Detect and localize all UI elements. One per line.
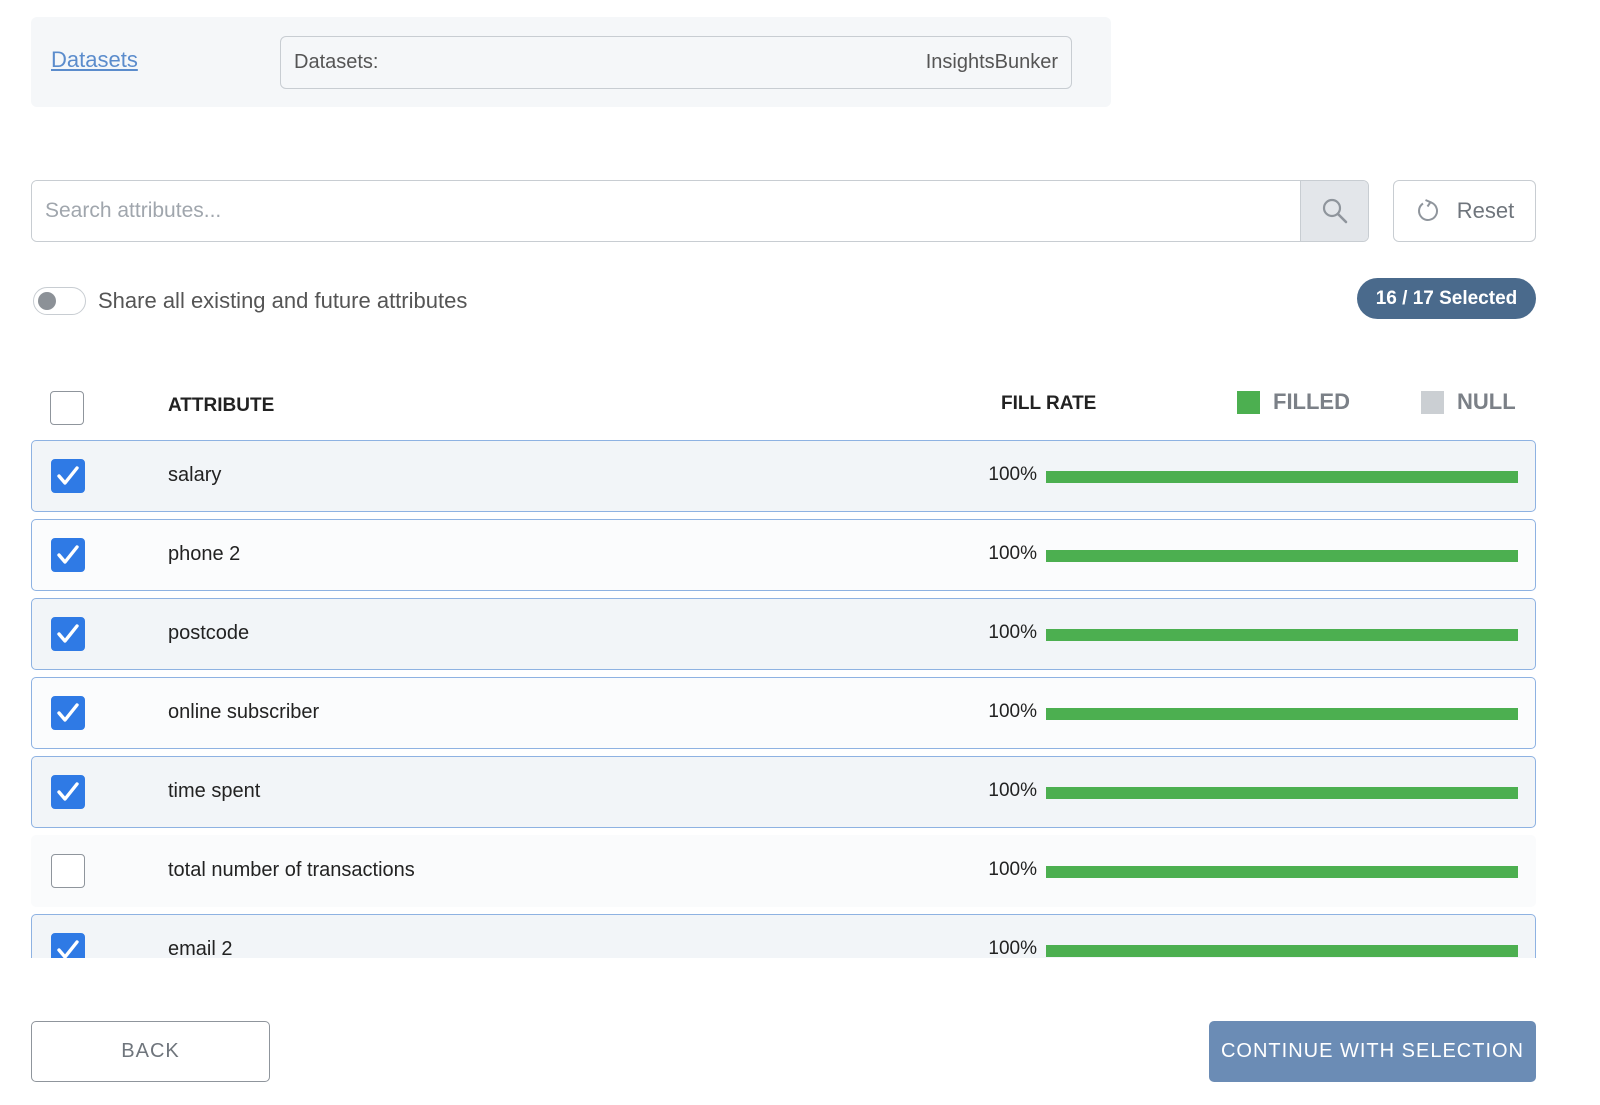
- attribute-label: postcode: [168, 622, 250, 644]
- breadcrumb-datasets-link[interactable]: Datasets: [51, 47, 138, 73]
- attribute-list: salary 100% phone 2 100% postcode 100% online …: [31, 440, 1536, 958]
- fill-rate-bar-filled: [1046, 629, 1518, 641]
- selection-count-badge: 16 / 17 Selected: [1357, 278, 1536, 319]
- attribute-label: email 2: [168, 938, 233, 958]
- checkmark-icon: [57, 940, 79, 958]
- checkmark-icon: [57, 624, 79, 643]
- continue-with-selection-button[interactable]: CONTINUE WITH SELECTION: [1209, 1021, 1536, 1082]
- table-header: ATTRIBUTE FILL RATE FILLED NULL: [31, 383, 1536, 433]
- attribute-label: phone 2: [168, 543, 241, 565]
- back-button[interactable]: BACK: [31, 1021, 270, 1082]
- attribute-row[interactable]: time spent 100%: [31, 756, 1536, 828]
- search-icon: [1322, 198, 1347, 224]
- fill-rate-value: 100%: [988, 543, 1037, 564]
- attribute-checkbox[interactable]: [51, 933, 85, 958]
- breadcrumb: Datasets Datasets: InsightsBunker: [31, 17, 1111, 107]
- attribute-label: time spent: [168, 780, 261, 802]
- fill-rate-bar-filled: [1046, 945, 1518, 957]
- checkmark-icon: [57, 545, 79, 564]
- search-bar: [31, 180, 1369, 242]
- legend-filled: FILLED: [1237, 389, 1350, 415]
- refresh-icon: [1417, 199, 1438, 221]
- fill-rate-bar-filled: [1046, 787, 1518, 799]
- fill-rate-value: 100%: [988, 859, 1037, 880]
- checkmark-icon: [57, 782, 79, 801]
- fill-rate-bar: [1046, 945, 1518, 957]
- fill-rate-bar: [1046, 471, 1518, 483]
- search-button[interactable]: [1300, 181, 1368, 241]
- attribute-checkbox[interactable]: [51, 538, 85, 572]
- reset-label: Reset: [1456, 198, 1515, 223]
- legend-filled-label: FILLED: [1273, 389, 1350, 414]
- fill-rate-value: 100%: [988, 464, 1037, 485]
- attribute-checkbox[interactable]: [51, 459, 85, 493]
- attribute-row[interactable]: salary 100%: [31, 440, 1536, 512]
- attribute-label: salary: [168, 464, 222, 486]
- attribute-checkbox[interactable]: [51, 854, 85, 888]
- fill-rate-bar: [1046, 787, 1518, 799]
- attribute-checkbox[interactable]: [51, 696, 85, 730]
- legend-filled-swatch: [1237, 390, 1260, 414]
- share-all-toggle[interactable]: [33, 287, 86, 315]
- legend-null-swatch: [1421, 390, 1444, 414]
- share-toggle-row: Share all existing and future attributes: [33, 287, 467, 315]
- fill-rate-value: 100%: [988, 780, 1037, 801]
- column-header-attribute: ATTRIBUTE: [168, 395, 275, 416]
- dataset-field: Datasets: InsightsBunker: [280, 36, 1072, 89]
- fill-rate-value: 100%: [988, 938, 1037, 958]
- fill-rate-bar-filled: [1046, 708, 1518, 720]
- fill-rate-bar-filled: [1046, 550, 1518, 562]
- share-toggle-label: Share all existing and future attributes: [98, 288, 468, 313]
- dataset-field-value: InsightsBunker: [925, 51, 1058, 73]
- attribute-checkbox[interactable]: [51, 617, 85, 651]
- checkmark-icon: [57, 466, 79, 485]
- checkmark-icon: [57, 703, 79, 722]
- fill-rate-bar: [1046, 708, 1518, 720]
- dataset-field-label: Datasets:: [294, 51, 379, 73]
- select-all-checkbox[interactable]: [50, 391, 84, 425]
- attribute-label: online subscriber: [168, 701, 320, 723]
- column-header-fill-rate: FILL RATE: [1001, 393, 1097, 414]
- attribute-row[interactable]: email 2 100%: [31, 914, 1536, 958]
- attribute-row[interactable]: total number of transactions 100%: [31, 835, 1536, 907]
- reset-button[interactable]: Reset: [1393, 180, 1536, 242]
- fill-rate-value: 100%: [988, 622, 1037, 643]
- legend-null: NULL: [1421, 389, 1516, 415]
- fill-rate-bar: [1046, 550, 1518, 562]
- attribute-checkbox[interactable]: [51, 775, 85, 809]
- legend-null-label: NULL: [1457, 389, 1516, 414]
- search-input[interactable]: [32, 181, 1300, 241]
- fill-rate-bar: [1046, 866, 1518, 878]
- fill-rate-bar: [1046, 629, 1518, 641]
- fill-rate-bar-filled: [1046, 471, 1518, 483]
- attribute-label: total number of transactions: [168, 859, 415, 881]
- attribute-row[interactable]: phone 2 100%: [31, 519, 1536, 591]
- toggle-knob: [38, 292, 56, 310]
- fill-rate-bar-filled: [1046, 866, 1518, 878]
- attribute-row[interactable]: online subscriber 100%: [31, 677, 1536, 749]
- attribute-row[interactable]: postcode 100%: [31, 598, 1536, 670]
- fill-rate-value: 100%: [988, 701, 1037, 722]
